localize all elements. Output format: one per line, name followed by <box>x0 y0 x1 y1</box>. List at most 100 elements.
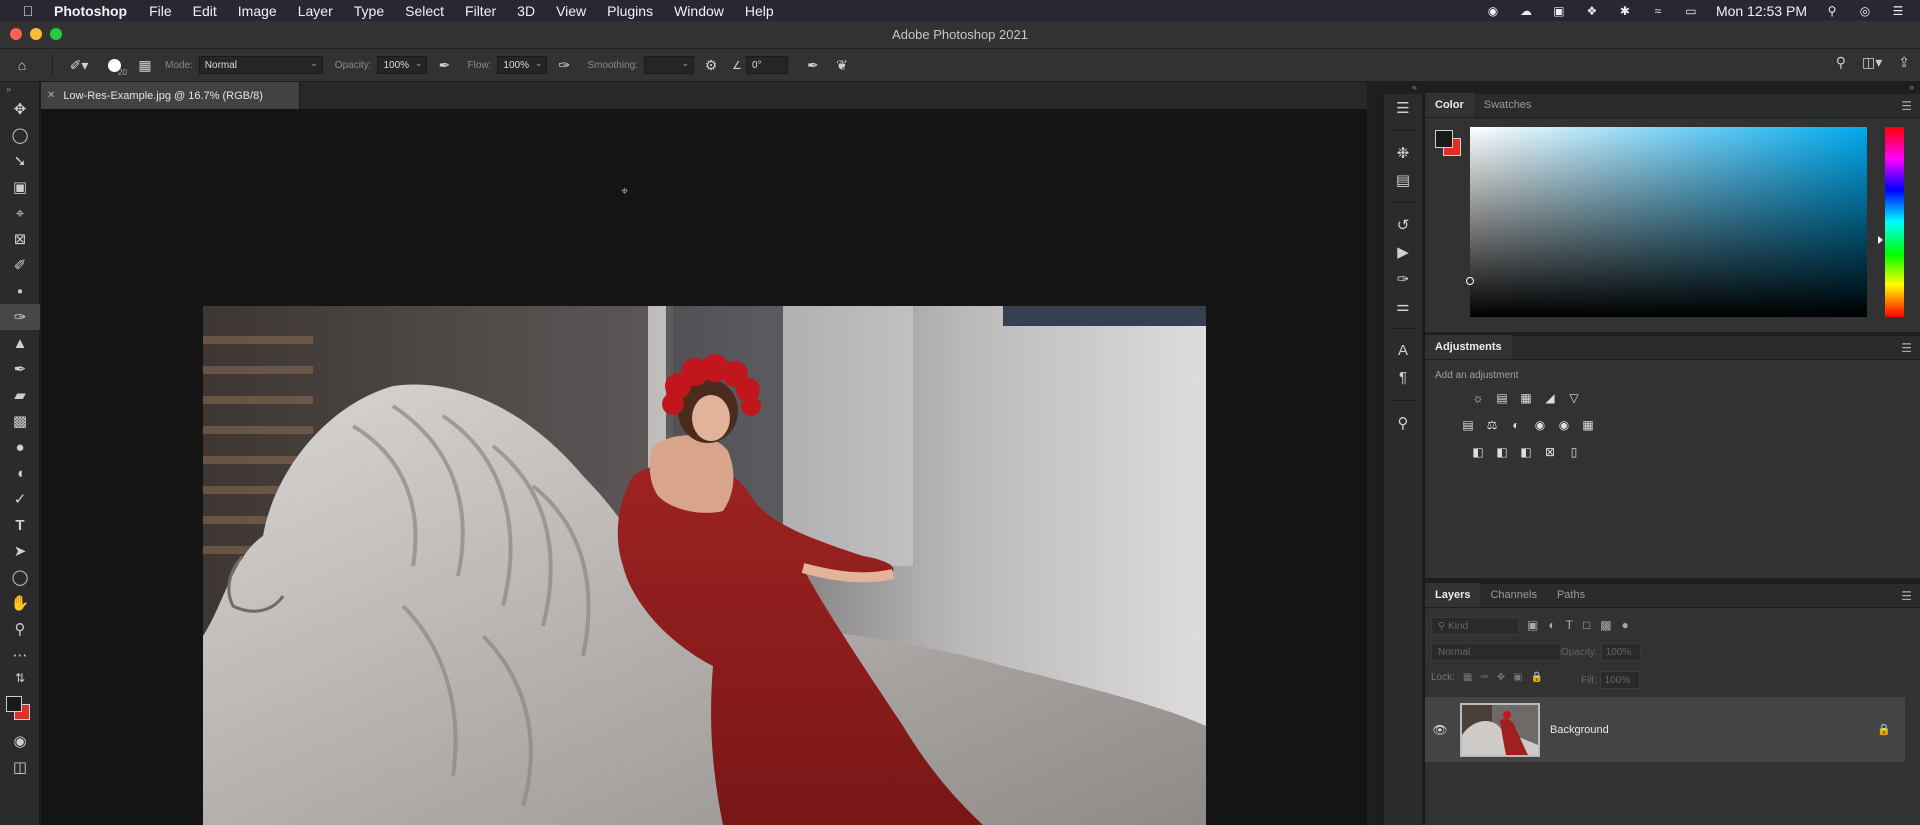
history-panel-icon[interactable]: ↺ <box>1384 211 1422 238</box>
spotlight-search-icon[interactable]: ⚲ <box>1824 4 1840 18</box>
blur-tool-icon[interactable]: ● <box>0 434 40 460</box>
dropbox-icon[interactable]: ❖ <box>1584 4 1600 18</box>
character-panel-icon[interactable]: A <box>1384 337 1422 364</box>
color-panel-foreground-swatch[interactable] <box>1435 130 1453 148</box>
smoothing-options-gear-icon[interactable]: ⚙ <box>694 54 728 76</box>
object-selection-tool-icon[interactable]: ▣ <box>0 174 40 200</box>
brush-settings-icon[interactable]: ▦ <box>131 54 159 76</box>
collapse-toolbar-icon[interactable]: » <box>0 82 39 96</box>
invert-icon[interactable]: ◧ <box>1470 444 1486 460</box>
menu-image[interactable]: Image <box>238 3 277 19</box>
tab-paths[interactable]: Paths <box>1547 583 1595 607</box>
selective-color-icon[interactable]: ⊠ <box>1542 444 1558 460</box>
layer-name[interactable]: Background <box>1550 724 1609 736</box>
document-image-canvas[interactable] <box>203 306 1206 825</box>
zoom-tool-icon[interactable]: ⚲ <box>0 616 40 642</box>
clone-stamp-tool-icon[interactable]: ▲ <box>0 330 40 356</box>
frame-tool-icon[interactable]: ⊠ <box>0 226 40 252</box>
crop-tool-icon[interactable]: ⌖ <box>0 200 40 226</box>
swap-colors-icon[interactable]: ⇅ <box>0 668 40 688</box>
tab-swatches[interactable]: Swatches <box>1474 93 1542 117</box>
panel-menu-icon[interactable]: ☰ <box>1901 99 1912 113</box>
wifi-icon[interactable]: ≈ <box>1650 4 1666 18</box>
layer-row[interactable]: 👁 Background 🔒 <box>1425 697 1905 762</box>
vibrance-icon[interactable]: ▽ <box>1566 390 1582 406</box>
home-icon[interactable]: ⌂ <box>0 54 44 76</box>
menu-layer[interactable]: Layer <box>298 3 333 19</box>
mode-select[interactable]: Normal ⌄ <box>198 56 323 74</box>
actions-play-icon[interactable]: ▶ <box>1384 238 1422 265</box>
gradient-tool-icon[interactable]: ▩ <box>0 408 40 434</box>
levels-icon[interactable]: ▤ <box>1494 390 1510 406</box>
menu-app-name[interactable]: Photoshop <box>54 3 127 19</box>
apple-menu-icon[interactable]:  <box>18 3 38 19</box>
paragraph-panel-icon[interactable]: ¶ <box>1384 364 1422 391</box>
color-lookup-icon[interactable]: ▦ <box>1580 417 1596 433</box>
more-tools-icon[interactable]: ⋯ <box>0 642 40 668</box>
smart-object-filter-icon[interactable]: ▩ <box>1600 618 1611 632</box>
eyedropper-tool-icon[interactable]: ✐ <box>0 252 40 278</box>
brush-settings-panel-icon[interactable]: ❉ <box>1384 139 1422 166</box>
menu-window[interactable]: Window <box>674 3 724 19</box>
bluetooth-icon[interactable]: ✱ <box>1617 4 1633 18</box>
color-spectrum-field[interactable] <box>1466 127 1867 317</box>
ellipse-tool-icon[interactable]: ◯ <box>0 564 40 590</box>
adjust-sliders-icon[interactable]: ⚌ <box>1384 292 1422 319</box>
type-layer-filter-icon[interactable]: T <box>1566 618 1573 632</box>
lock-artboard-icon[interactable]: ▣ <box>1513 672 1522 683</box>
pressure-size-icon[interactable]: ✒ <box>796 54 830 76</box>
siri-icon[interactable]: ◎ <box>1857 4 1873 18</box>
menu-help[interactable]: Help <box>745 3 774 19</box>
screen-icon[interactable]: ▣ <box>1551 4 1567 18</box>
airbrush-icon[interactable]: ✑ <box>547 54 581 76</box>
pen-tool-icon[interactable]: ✓ <box>0 486 40 512</box>
flow-field[interactable]: 100% ⌄ <box>497 56 548 74</box>
exposure-icon[interactable]: ◢ <box>1542 390 1558 406</box>
layer-kind-filter[interactable]: ⚲ Kind <box>1431 617 1519 635</box>
move-tool-icon[interactable]: ✥ <box>0 96 40 122</box>
filter-toggle-icon[interactable]: ● <box>1622 618 1629 632</box>
black-white-icon[interactable]: ◐ <box>1508 417 1524 433</box>
color-balance-icon[interactable]: ⚖ <box>1484 417 1500 433</box>
pixel-layer-filter-icon[interactable]: ▣ <box>1527 618 1538 632</box>
menu-plugins[interactable]: Plugins <box>607 3 653 19</box>
dodge-tool-icon[interactable]: ◖ <box>0 460 40 486</box>
lock-transparent-icon[interactable]: ▦ <box>1463 672 1472 683</box>
airplay-icon[interactable]: ▭ <box>1683 4 1699 18</box>
hue-slider-arrow-icon[interactable] <box>1878 236 1883 244</box>
menu-file[interactable]: File <box>149 3 172 19</box>
collapse-dock-icon[interactable]: « <box>1367 82 1423 94</box>
photo-filter-icon[interactable]: ◉ <box>1532 417 1548 433</box>
document-tab[interactable]: ✕ Low-Res-Example.jpg @ 16.7% (RGB/8) <box>41 82 300 109</box>
workspace-switcher-icon[interactable]: ◫▾ <box>1862 54 1882 71</box>
menu-select[interactable]: Select <box>405 3 444 19</box>
healing-brush-tool-icon[interactable]: ▪ <box>0 278 40 304</box>
control-center-icon[interactable]: ☰ <box>1890 4 1906 18</box>
layer-lock-icon[interactable]: 🔒 <box>1877 723 1891 736</box>
record-icon[interactable]: ◉ <box>1485 4 1501 18</box>
panel-menu-icon[interactable]: ☰ <box>1901 589 1912 603</box>
smoothing-field[interactable]: ⌄ <box>643 56 694 74</box>
pressure-opacity-icon[interactable]: ✒ <box>427 54 461 76</box>
lock-image-icon[interactable]: ✑ <box>1480 672 1488 683</box>
brush-tool-icon[interactable]: ✑ <box>0 304 40 330</box>
menu-view[interactable]: View <box>556 3 586 19</box>
lasso-tool-icon[interactable]: ➘ <box>0 148 40 174</box>
hue-saturation-icon[interactable]: ▤ <box>1460 417 1476 433</box>
opacity-field[interactable]: 100% ⌄ <box>377 56 428 74</box>
menu-edit[interactable]: Edit <box>193 3 217 19</box>
eraser-tool-icon[interactable]: ▰ <box>0 382 40 408</box>
layer-opacity-field[interactable]: 100% <box>1600 643 1641 661</box>
creative-cloud-icon[interactable]: ☁ <box>1518 4 1534 18</box>
histogram-panel-icon[interactable]: ▤ <box>1384 166 1422 193</box>
search-icon[interactable]: ⚲ <box>1836 54 1846 71</box>
share-icon[interactable]: ⇪ <box>1898 54 1910 71</box>
color-picker-marker[interactable] <box>1466 277 1474 285</box>
properties-panel-icon[interactable]: ☰ <box>1384 94 1422 121</box>
menu-3d[interactable]: 3D <box>517 3 535 19</box>
menu-clock[interactable]: Mon 12:53 PM <box>1716 3 1807 19</box>
channel-mixer-icon[interactable]: ◉ <box>1556 417 1572 433</box>
quick-mask-icon[interactable]: ◉ <box>0 728 40 754</box>
eye-visibility-icon[interactable]: 👁 <box>1425 723 1455 737</box>
learn-panel-icon[interactable]: ⚲ <box>1384 409 1422 436</box>
